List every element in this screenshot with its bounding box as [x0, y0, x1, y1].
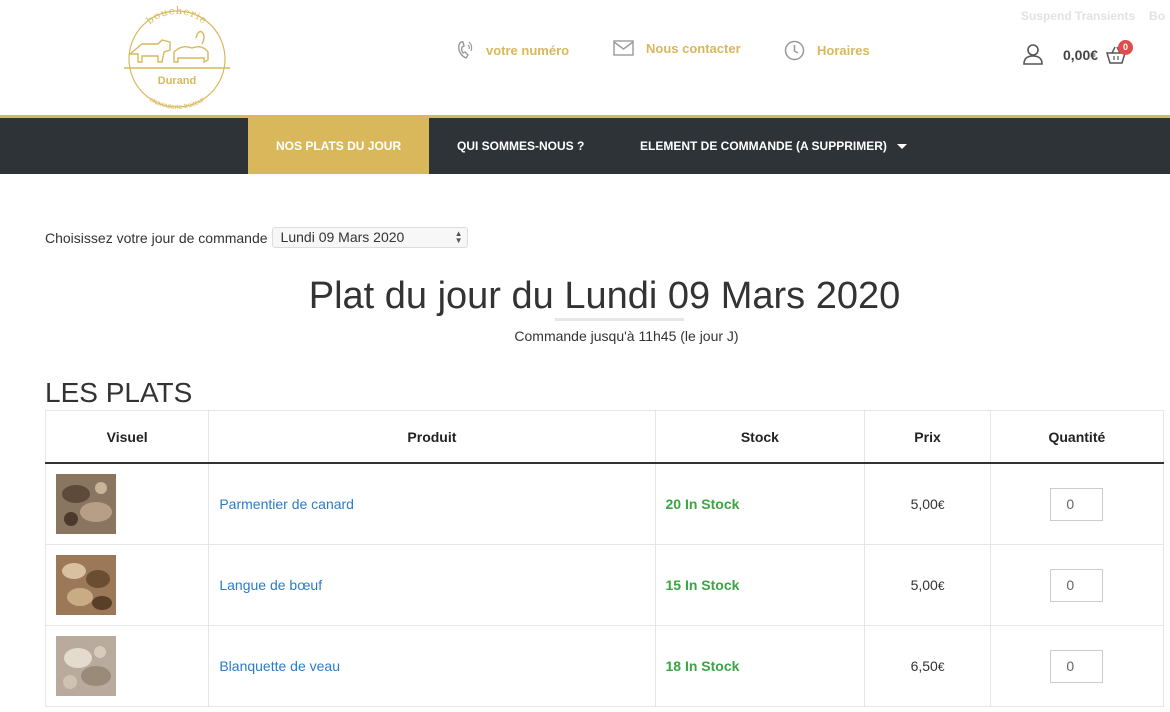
hours-label: Horaires [817, 43, 870, 58]
visuel-cell [44, 462, 210, 545]
order-day-select[interactable]: Lundi 09 Mars 2020 ▲ ▼ [271, 227, 468, 248]
quantity-input[interactable] [1050, 568, 1104, 602]
selected-day: Lundi 09 Mars 2020 [280, 229, 405, 245]
svg-text:boucherie: boucherie [145, 6, 209, 27]
visuel-cell [44, 625, 210, 707]
order-deadline: Commande jusqu'à 11h45 (le jour J) [514, 328, 739, 344]
phone-icon [458, 41, 473, 59]
site-logo[interactable]: boucherie Durand charcuterie traiteur [112, 4, 242, 111]
table-row: Blanquette de veau 18 In Stock 6,50€ [44, 625, 1165, 707]
quantity-cell [989, 625, 1165, 707]
quantity-input[interactable] [1050, 487, 1104, 521]
price-cell: 5,00€ [864, 462, 991, 545]
product-cell: Parmentier de canard [208, 462, 656, 545]
quantity-cell [989, 462, 1165, 545]
caret-down-icon [896, 144, 907, 150]
product-link[interactable]: Blanquette de veau [219, 658, 340, 674]
price-value: 5,00 [910, 496, 938, 512]
admin-suspend-transients[interactable]: Suspend Transients [1021, 9, 1135, 23]
price-value: 6,50 [910, 658, 938, 674]
order-day-chooser: Choisissez votre jour de commande Lundi … [45, 227, 468, 248]
currency-symbol: € [937, 498, 945, 512]
main-nav: NOS PLATS DU JOUR QUI SOMMES-NOUS ? ELEM… [0, 118, 1170, 174]
quantity-cell [989, 544, 1165, 626]
stock-status: 15 In Stock [665, 577, 740, 593]
cart-total[interactable]: 0,00€ [1063, 47, 1098, 63]
price-value: 5,00 [910, 577, 938, 593]
nav-item-qui-sommes-nous[interactable]: QUI SOMMES-NOUS ? [429, 118, 612, 174]
table-row: Parmentier de canard 20 In Stock 5,00€ [44, 462, 1165, 545]
phone-link[interactable]: votre numéro [456, 40, 569, 60]
contact-link[interactable]: Nous contacter [613, 40, 741, 56]
product-image[interactable] [56, 636, 116, 696]
phone-label: votre numéro [486, 42, 570, 58]
admin-bar: Suspend Transients Bo [1021, 9, 1170, 23]
envelope-icon [613, 40, 634, 56]
header-quantite: Quantité [989, 410, 1165, 464]
header-visuel: Visuel [44, 410, 210, 464]
stock-status: 18 In Stock [665, 658, 740, 674]
cart-count-badge: 0 [1118, 40, 1133, 55]
logo-name: Durand [158, 75, 197, 87]
products-table: Visuel Produit Stock Prix Quantité Parme… [44, 410, 1165, 707]
header-stock: Stock [654, 410, 866, 464]
hours-link[interactable]: Horaires [784, 40, 870, 61]
header-produit: Produit [208, 410, 656, 464]
currency-symbol: € [937, 660, 945, 674]
nav-label: ELEMENT DE COMMANDE (A SUPPRIMER) [640, 139, 887, 153]
logo-top-text: boucherie [145, 6, 208, 27]
table-row: Langue de bœuf 15 In Stock 5,00€ [44, 544, 1165, 626]
page-title: Plat du jour du Lundi 09 Mars 2020 [308, 275, 901, 317]
stock-status: 20 In Stock [665, 496, 740, 512]
currency-symbol: € [937, 579, 945, 593]
nav-label: QUI SOMMES-NOUS ? [457, 139, 585, 153]
nav-item-element-commande[interactable]: ELEMENT DE COMMANDE (A SUPPRIMER) [612, 118, 935, 174]
price-cell: 6,50€ [864, 625, 991, 707]
title-underline [555, 318, 684, 321]
product-link[interactable]: Parmentier de canard [219, 496, 354, 512]
stock-cell: 18 In Stock [654, 625, 866, 707]
product-cell: Blanquette de veau [208, 625, 656, 707]
stock-cell: 20 In Stock [654, 462, 866, 545]
table-header-row: Visuel Produit Stock Prix Quantité [44, 410, 1165, 464]
quantity-input[interactable] [1050, 649, 1104, 683]
user-account-icon[interactable] [1022, 43, 1044, 65]
product-cell: Langue de bœuf [208, 544, 656, 626]
product-image[interactable] [56, 555, 116, 615]
nav-label: NOS PLATS DU JOUR [276, 139, 402, 153]
admin-item-bo[interactable]: Bo [1149, 9, 1165, 23]
product-link[interactable]: Langue de bœuf [219, 577, 322, 593]
order-day-label: Choisissez votre jour de commande [45, 229, 268, 246]
price-cell: 5,00€ [864, 544, 991, 626]
stock-cell: 15 In Stock [654, 544, 866, 626]
product-image[interactable] [56, 474, 116, 534]
svg-text:charcuterie traiteur: charcuterie traiteur [148, 96, 206, 110]
header-prix: Prix [864, 410, 991, 464]
contact-label: Nous contacter [646, 40, 741, 56]
logo-bottom-text: charcuterie traiteur [148, 96, 206, 111]
nav-item-plats-du-jour[interactable]: NOS PLATS DU JOUR [248, 118, 429, 174]
visuel-cell [44, 544, 210, 626]
site-header: boucherie Durand charcuterie traiteur Su… [0, 0, 1170, 118]
section-title: LES PLATS [45, 377, 193, 408]
clock-icon [784, 40, 805, 61]
select-arrows-icon: ▲ ▼ [454, 229, 463, 245]
